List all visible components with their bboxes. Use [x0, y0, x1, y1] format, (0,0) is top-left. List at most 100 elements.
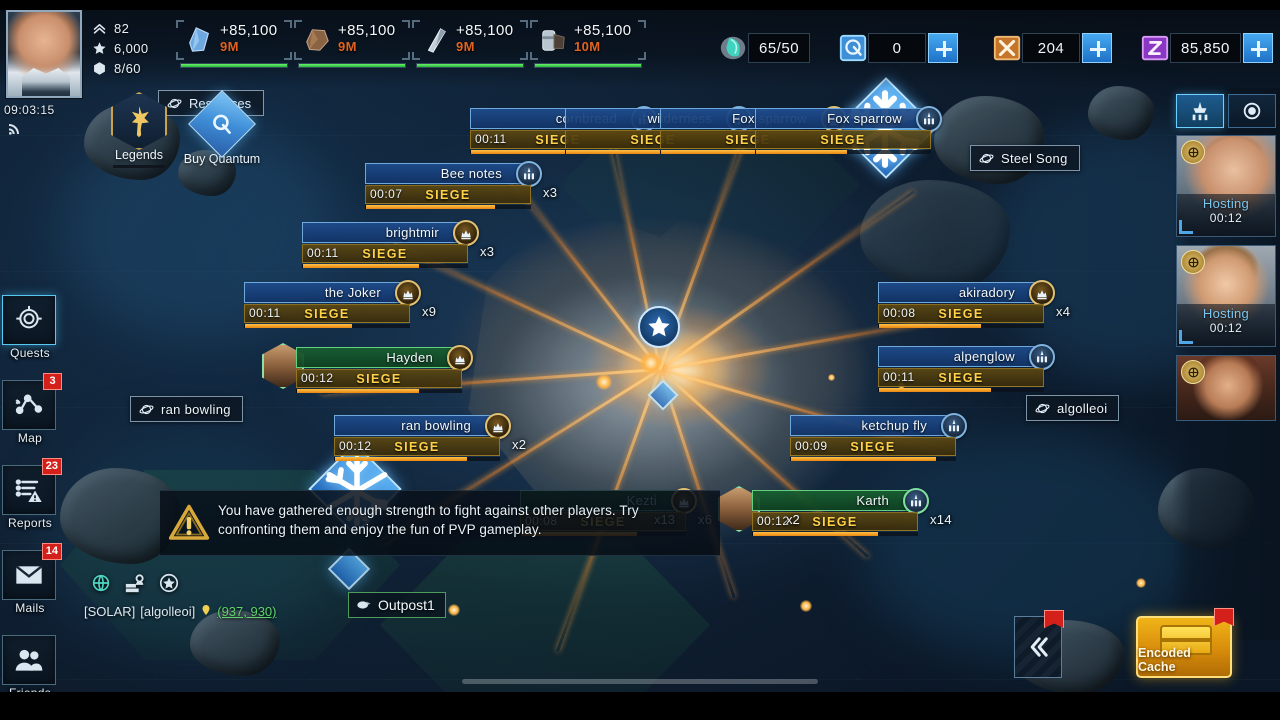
planet-label[interactable]: ran bowling: [130, 396, 243, 422]
unit-bar[interactable]: brightmir 00:11 SIEGE x3: [302, 220, 494, 268]
unit-bar[interactable]: akiradory 00:08 SIEGE x4: [878, 280, 1070, 328]
unit-name: Hayden: [386, 350, 433, 365]
fleet-state: Hosting: [1202, 196, 1250, 211]
explosion-spark: [640, 352, 662, 374]
crate-value: 204: [1022, 33, 1080, 63]
unit-timer: 00:07: [370, 187, 403, 201]
resource-crystal[interactable]: +85,100 9M: [176, 20, 292, 74]
envelope-icon: [15, 565, 43, 584]
energy-icon: [718, 33, 748, 63]
fleet-card[interactable]: Hosting 00:12: [1176, 245, 1276, 347]
unit-name: brightmir: [385, 225, 439, 240]
tab-target[interactable]: [1228, 94, 1276, 128]
resource-progress: [416, 63, 524, 68]
planet-label[interactable]: algolleoi: [1026, 395, 1120, 421]
quantum-value: 0: [868, 33, 926, 63]
sidebar-item-reports[interactable]: 23 Reports: [2, 458, 62, 530]
quests-button[interactable]: [2, 295, 56, 345]
resource-progress: [180, 63, 288, 68]
unit-name: alpenglow: [953, 349, 1015, 364]
selected-target-marker[interactable]: [638, 306, 680, 348]
top-hud-bar: 09:03:15 82 6,000 8/60 +85,100 9M +85,10…: [0, 0, 1280, 135]
layers-icon[interactable]: [124, 572, 146, 599]
stat-value-power: 6,000: [114, 40, 149, 56]
unit-status-bar: SIEGE: [755, 130, 931, 149]
resource-metal[interactable]: +85,100 9M: [412, 20, 528, 74]
unit-name-bar: Karth: [752, 488, 929, 514]
currency-quantum[interactable]: 0: [838, 30, 958, 66]
unit-bar[interactable]: Fox sparrow SIEGE: [755, 106, 942, 154]
unit-name-bar: akiradory: [878, 280, 1055, 306]
crate-icon: [992, 33, 1022, 63]
unit-bar[interactable]: Hayden 00:12 SIEGE: [262, 343, 473, 393]
currency-crate[interactable]: 204: [992, 30, 1112, 66]
quantum-cube-icon: [188, 90, 256, 158]
left-sidebar: Quests 3 Map 23 Reports 14 Mails: [2, 295, 64, 720]
sidebar-item-friends[interactable]: Friends: [2, 635, 60, 700]
friends-button[interactable]: [2, 635, 56, 685]
legends-button[interactable]: Legends: [108, 92, 170, 168]
unit-name: Fox sparrow: [827, 111, 902, 126]
unit-progress: [752, 532, 918, 536]
outpost-label[interactable]: Outpost1: [348, 592, 446, 618]
fuel-icon: [538, 26, 568, 54]
fleet-card[interactable]: Hosting 00:12: [1176, 135, 1276, 237]
crate-plus-button[interactable]: [1082, 33, 1112, 63]
game-screen: 09:03:15 82 6,000 8/60 +85,100 9M +85,10…: [0, 0, 1280, 720]
unit-bar[interactable]: Bee notes 00:07 SIEGE x3: [365, 161, 557, 209]
bottom-icon-row: [90, 572, 180, 599]
unit-type-icon: [1029, 344, 1055, 370]
resource-cap: 9M: [456, 39, 475, 54]
unit-progress: [302, 264, 468, 268]
player-stats: 82 6,000 8/60: [92, 18, 172, 78]
currency-energy[interactable]: 65/50: [718, 30, 811, 66]
star-badge-icon[interactable]: [158, 572, 180, 599]
letterbox-bottom: [0, 692, 1280, 720]
fleet-card-corner: [1179, 330, 1193, 344]
fleet-card[interactable]: [1176, 355, 1276, 421]
encoded-cache-button[interactable]: Encoded Cache: [1136, 616, 1232, 678]
unit-timer: 00:11: [475, 132, 507, 146]
collapse-panel-button[interactable]: [1014, 616, 1062, 678]
buy-quantum-button[interactable]: Buy Quantum: [176, 90, 268, 166]
quantum-plus-button[interactable]: [928, 33, 958, 63]
unit-bar[interactable]: Karth 00:12 SIEGE x14: [718, 486, 952, 536]
currency-zen[interactable]: 85,850: [1140, 30, 1273, 66]
legends-crest-icon: [111, 92, 167, 150]
resource-ore[interactable]: +85,100 9M: [294, 20, 410, 74]
energy-value: 65/50: [748, 33, 811, 63]
unit-bar[interactable]: ran bowling 00:12 SIEGE x2: [334, 413, 526, 461]
location-status[interactable]: [SOLAR] [algolleoi] (937, 930): [84, 604, 277, 619]
planet-label[interactable]: Steel Song: [970, 145, 1080, 171]
player-avatar[interactable]: [6, 10, 82, 98]
unit-timer: 00:12: [301, 371, 334, 385]
unit-bar[interactable]: alpenglow 00:11 SIEGE: [878, 344, 1055, 392]
sidebar-item-mails[interactable]: 14 Mails: [2, 543, 62, 615]
tab-fleets[interactable]: [1176, 94, 1224, 128]
zen-value: 85,850: [1170, 33, 1241, 63]
sidebar-item-quests[interactable]: Quests: [2, 295, 60, 360]
globe-icon[interactable]: [90, 572, 112, 599]
unit-bar[interactable]: the Joker 00:11 SIEGE x9: [244, 280, 436, 328]
encoded-cache-label: Encoded Cache: [1138, 646, 1191, 674]
unit-type-icon: [1029, 280, 1055, 306]
unit-name: the Joker: [324, 285, 381, 300]
stat-row-rank: 82: [92, 18, 172, 38]
reports-label: Reports: [7, 516, 53, 530]
zen-plus-button[interactable]: [1242, 33, 1273, 63]
unit-multiplier: x9: [422, 304, 437, 319]
planet-icon: [979, 153, 994, 163]
sidebar-item-map[interactable]: 3 Map: [2, 373, 62, 445]
legends-underline: [113, 165, 165, 168]
horizontal-scrollbar[interactable]: [462, 679, 818, 684]
unit-timer: 00:11: [883, 370, 915, 384]
fleet-state: Hosting: [1202, 306, 1250, 321]
explosion-spark: [448, 604, 460, 616]
planet-icon: [139, 404, 154, 414]
mails-label: Mails: [15, 601, 45, 615]
unit-bar[interactable]: ketchup fly 00:09 SIEGE: [790, 413, 967, 461]
map-nodes-icon: [15, 394, 43, 415]
unit-timer: 00:08: [883, 306, 916, 320]
resource-fuel[interactable]: +85,100 10M: [530, 20, 646, 74]
toast-message: You have gathered enough strength to fig…: [218, 503, 639, 537]
